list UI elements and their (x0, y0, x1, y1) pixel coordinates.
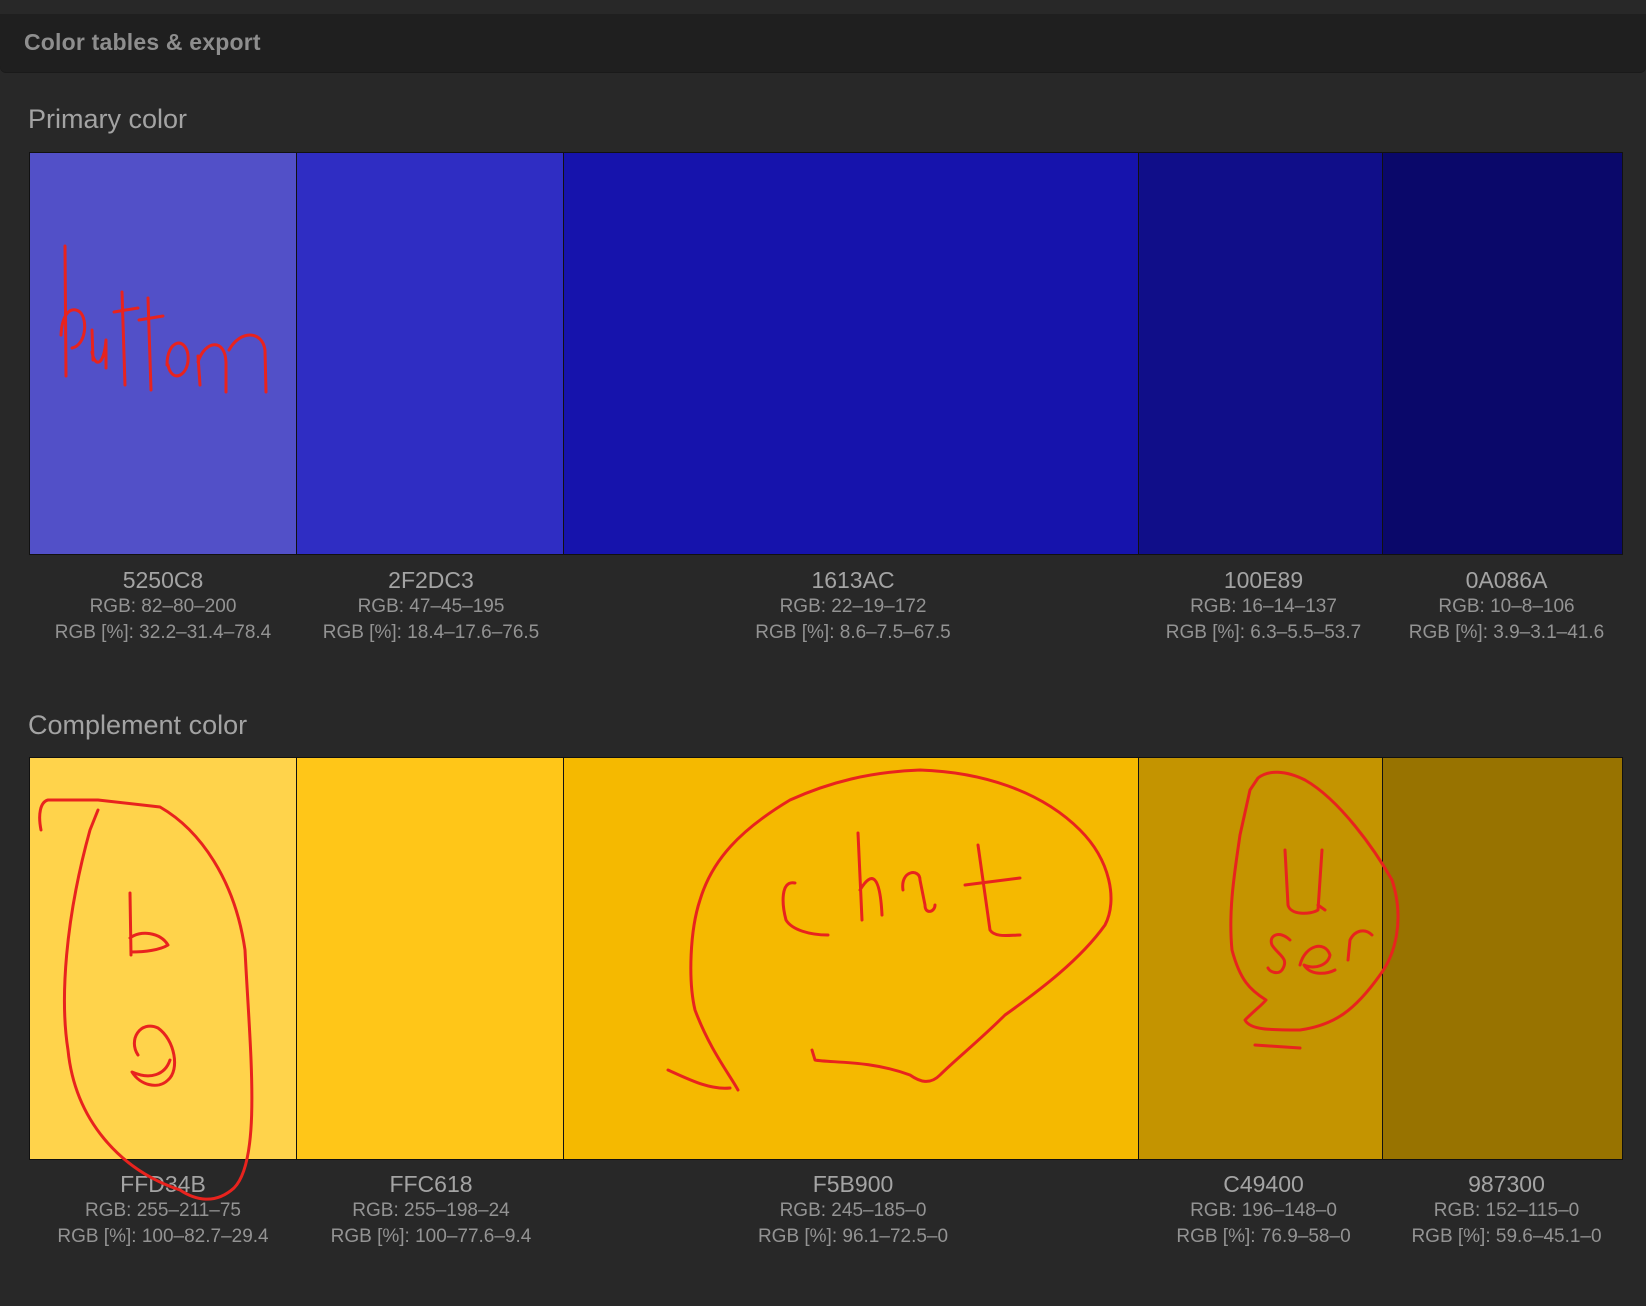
rgb-value: RGB: 22–19–172 (779, 596, 927, 617)
hex-value: FFC618 (389, 1171, 473, 1197)
primary-swatch[interactable] (1382, 152, 1623, 555)
primary-swatch-row (29, 152, 1627, 555)
rgb-percent-value: RGB [%]: 100–77.6–9.4 (330, 1226, 532, 1247)
panel-header[interactable]: Color tables & export (0, 14, 1646, 72)
hex-value: 2F2DC3 (388, 567, 474, 593)
hex-value: 1613AC (811, 567, 895, 593)
rgb-value: RGB: 16–14–137 (1190, 596, 1337, 617)
hex-value: 0A086A (1465, 567, 1548, 593)
rgb-value: RGB: 255–198–24 (352, 1200, 510, 1221)
hex-value: 987300 (1468, 1171, 1545, 1197)
primary-color-heading: Primary color (28, 104, 188, 134)
primary-swatch[interactable] (29, 152, 297, 555)
panel-title: Color tables & export (24, 29, 261, 55)
hex-value: 5250C8 (122, 567, 204, 593)
rgb-percent-value: RGB [%]: 96.1–72.5–0 (757, 1226, 949, 1247)
swatch-label: C49400 RGB: 196–148–0 RGB [%]: 76.9–58–0 (1141, 1170, 1386, 1250)
primary-swatch[interactable] (563, 152, 1139, 555)
rgb-percent-value: RGB [%]: 6.3–5.5–53.7 (1165, 622, 1362, 643)
hex-value: 100E89 (1223, 567, 1304, 593)
rgb-percent-value: RGB [%]: 59.6–45.1–0 (1411, 1226, 1602, 1247)
rgb-percent-value: RGB [%]: 76.9–58–0 (1176, 1226, 1351, 1247)
swatch-label: 5250C8 RGB: 82–80–200 RGB [%]: 32.2–31.4… (29, 566, 297, 646)
rgb-percent-value: RGB [%]: 32.2–31.4–78.4 (54, 622, 272, 643)
complement-labels-row: FFD34B RGB: 255–211–75 RGB [%]: 100–82.7… (29, 1170, 1627, 1250)
complement-swatch[interactable] (1138, 757, 1383, 1160)
swatch-label: FFC618 RGB: 255–198–24 RGB [%]: 100–77.6… (297, 1170, 565, 1250)
rgb-value: RGB: 152–115–0 (1433, 1200, 1580, 1221)
rgb-value: RGB: 245–185–0 (779, 1200, 927, 1221)
swatch-label: F5B900 RGB: 245–185–0 RGB [%]: 96.1–72.5… (565, 1170, 1141, 1250)
primary-swatch[interactable] (1138, 152, 1383, 555)
complement-color-heading: Complement color (28, 710, 248, 740)
hex-value: FFD34B (120, 1171, 206, 1197)
rgb-percent-value: RGB [%]: 8.6–7.5–67.5 (755, 622, 951, 643)
complement-swatch[interactable] (29, 757, 297, 1160)
hex-value: C49400 (1223, 1171, 1304, 1197)
complement-swatch[interactable] (1382, 757, 1623, 1160)
swatch-label: 1613AC RGB: 22–19–172 RGB [%]: 8.6–7.5–6… (565, 566, 1141, 646)
swatch-label: 2F2DC3 RGB: 47–45–195 RGB [%]: 18.4–17.6… (297, 566, 565, 646)
swatch-label: 987300 RGB: 152–115–0 RGB [%]: 59.6–45.1… (1386, 1170, 1627, 1250)
hex-value: F5B900 (812, 1171, 894, 1197)
rgb-value: RGB: 47–45–195 (357, 596, 505, 617)
complement-swatch-row (29, 757, 1627, 1160)
primary-labels-row: 5250C8 RGB: 82–80–200 RGB [%]: 32.2–31.4… (29, 566, 1627, 646)
rgb-value: RGB: 255–211–75 (85, 1200, 241, 1221)
rgb-value: RGB: 196–148–0 (1190, 1200, 1337, 1221)
complement-swatch[interactable] (563, 757, 1139, 1160)
rgb-value: RGB: 82–80–200 (89, 596, 237, 617)
complement-swatch[interactable] (296, 757, 564, 1160)
swatch-label: FFD34B RGB: 255–211–75 RGB [%]: 100–82.7… (29, 1170, 297, 1250)
rgb-value: RGB: 10–8–106 (1438, 596, 1575, 617)
rgb-percent-value: RGB [%]: 3.9–3.1–41.6 (1408, 622, 1605, 643)
swatch-label: 0A086A RGB: 10–8–106 RGB [%]: 3.9–3.1–41… (1386, 566, 1627, 646)
color-tables-page: Color tables & export Primary color 5250… (0, 0, 1646, 1306)
primary-swatch[interactable] (296, 152, 564, 555)
rgb-percent-value: RGB [%]: 18.4–17.6–76.5 (322, 622, 540, 643)
rgb-percent-value: RGB [%]: 100–82.7–29.4 (57, 1226, 269, 1247)
swatch-label: 100E89 RGB: 16–14–137 RGB [%]: 6.3–5.5–5… (1141, 566, 1386, 646)
